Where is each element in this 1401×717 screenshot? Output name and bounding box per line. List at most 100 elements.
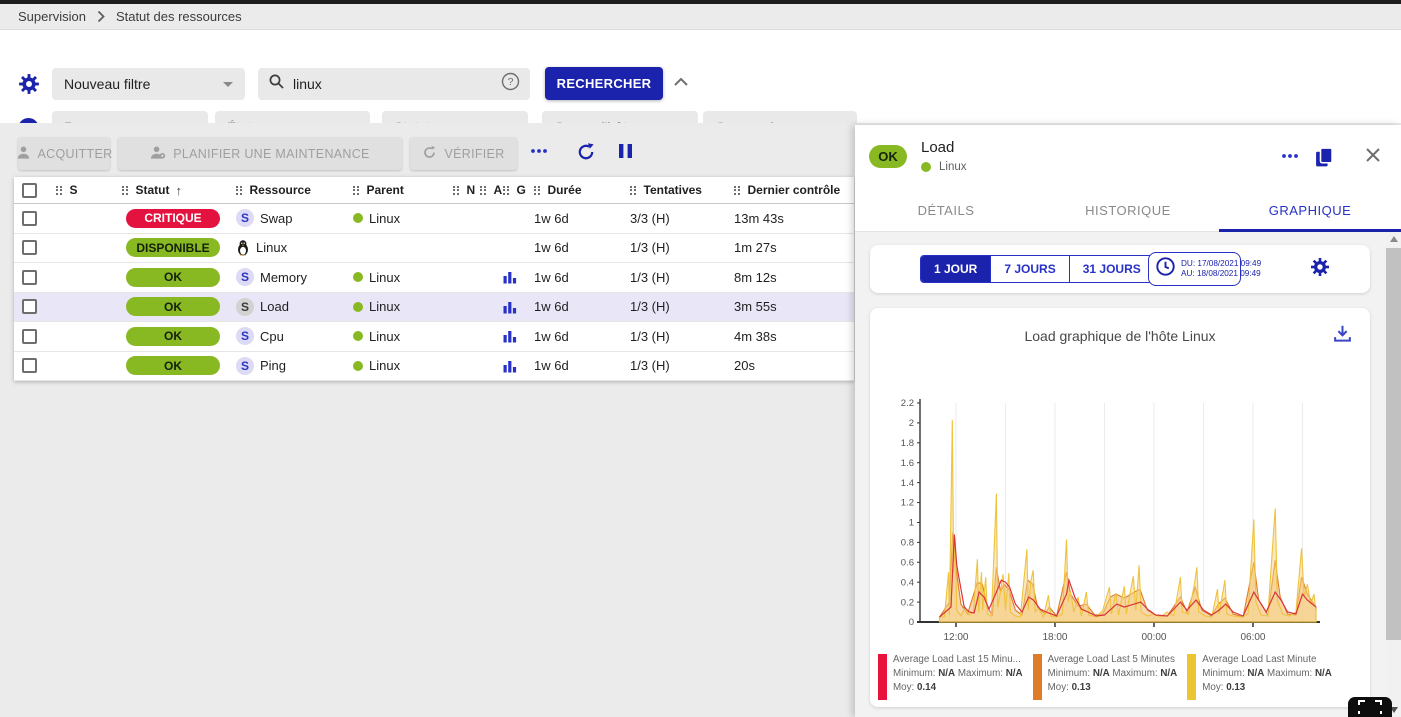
row-checkbox[interactable] [22,240,37,255]
pause-icon[interactable] [618,142,634,163]
graph-icon[interactable] [503,359,517,373]
status-badge: OK [126,297,220,316]
drag-handle-icon[interactable] [734,186,740,195]
legend-item-load1[interactable]: Average Load Last Minute Minimum: N/A Ma… [1187,654,1332,700]
column-header-tries[interactable]: Tentatives [622,183,726,197]
table-row[interactable]: OK SCpu Linux 1w 6d 1/3 (H) 4m 38s [14,322,854,352]
tab-details[interactable]: DÉTAILS [855,189,1037,231]
row-checkbox[interactable] [22,299,37,314]
download-icon[interactable] [1332,324,1352,344]
more-actions-icon[interactable] [528,142,550,163]
column-header-a[interactable]: A [472,183,499,197]
copy-link-icon[interactable] [1315,147,1334,171]
row-checkbox[interactable] [22,329,37,344]
tab-history[interactable]: HISTORIQUE [1037,189,1219,231]
tab-graph[interactable]: GRAPHIQUE [1219,189,1401,231]
column-header-n[interactable]: N [445,183,472,197]
drag-handle-icon[interactable] [453,186,459,195]
table-row[interactable]: OK SMemory Linux 1w 6d 1/3 (H) 8m 12s [14,263,854,293]
parent-name[interactable]: Linux [369,358,400,373]
column-header-duration[interactable]: Durée [526,183,622,197]
range-7days-button[interactable]: 7 JOURS [990,256,1068,282]
resource-name[interactable]: Memory [260,270,307,285]
range-1day-button[interactable]: 1 JOUR [921,256,990,282]
graph-icon[interactable] [503,329,517,343]
scrollbar-thumb[interactable] [1386,248,1401,640]
column-header-parent[interactable]: Parent [345,183,445,197]
resource-name[interactable]: Cpu [260,329,284,344]
parent-name[interactable]: Linux [369,329,400,344]
scrollbar-up-arrow[interactable] [1390,236,1398,242]
resource-name[interactable]: Load [260,299,289,314]
drag-handle-icon[interactable] [56,186,62,195]
saved-filter-select[interactable]: Nouveau filtre [52,68,245,100]
svg-text:1.2: 1.2 [901,498,914,509]
parent-name[interactable]: Linux [369,299,400,314]
host-status-dot [353,213,363,223]
parent-name[interactable]: Linux [369,270,400,285]
load-graph[interactable]: 00.20.40.60.811.21.41.61.822.212:0018:00… [884,393,1354,645]
downtime-button[interactable]: PLANIFIER UNE MAINTENANCE [118,137,402,170]
drag-handle-icon[interactable] [503,186,509,195]
resource-name[interactable]: Swap [260,211,293,226]
search-button[interactable]: RECHERCHER [545,67,663,100]
graph-cell [499,270,526,284]
clock-icon [1155,256,1176,282]
drag-handle-icon[interactable] [353,186,359,195]
graph-icon[interactable] [503,270,517,284]
table-row[interactable]: OK SPing Linux 1w 6d 1/3 (H) 20s [14,352,854,382]
panel-scrollbar[interactable] [1386,232,1401,717]
table-row[interactable]: CRITIQUE SSwap Linux 1w 6d 3/3 (H) 13m 4… [14,204,854,234]
service-icon: S [236,209,254,227]
row-checkbox[interactable] [22,358,37,373]
graph-icon[interactable] [503,300,517,314]
table-row[interactable]: OK SLoad Linux 1w 6d 1/3 (H) 3m 55s [14,293,854,323]
row-checkbox[interactable] [22,270,37,285]
search-input[interactable] [293,76,493,92]
acknowledge-button[interactable]: ACQUITTER [18,137,110,170]
column-header-status[interactable]: Statut↑ [118,183,228,198]
duration-cell: 1w 6d [526,270,622,285]
range-31days-button[interactable]: 31 JOURS [1069,256,1154,282]
filter-settings-gear-icon[interactable] [18,73,40,95]
parent-name[interactable]: Linux [369,211,400,226]
collapse-filters-chevron-up-icon[interactable] [673,75,691,89]
graph-settings-gear-icon[interactable] [1310,257,1330,277]
legend-item-load5[interactable]: Average Load Last 5 Minutes Minimum: N/A… [1033,654,1178,700]
last-check-cell: 20s [726,358,854,373]
check-button[interactable]: VÉRIFIER [410,137,517,170]
panel-more-icon[interactable] [1279,147,1301,168]
column-header-resource[interactable]: Ressource [228,183,345,197]
sync-icon [422,145,437,163]
drag-handle-icon[interactable] [534,186,540,195]
legend-name: Average Load Last 15 Minu... [893,654,1023,665]
sort-asc-icon[interactable]: ↑ [176,183,183,198]
breadcrumb-item-supervision[interactable]: Supervision [18,9,86,24]
drag-handle-icon[interactable] [122,186,128,195]
resource-name[interactable]: Linux [256,240,287,255]
select-all-checkbox[interactable] [22,183,37,198]
panel-status-badge: OK [869,145,907,168]
help-icon[interactable]: ? [501,72,520,96]
table-row[interactable]: DISPONIBLE Linux 1w 6d 1/3 (H) 1m 27s [14,234,854,264]
saved-filter-value: Nouveau filtre [64,76,150,92]
resource-name[interactable]: Ping [260,358,286,373]
close-panel-icon[interactable] [1365,147,1381,166]
column-header-last-check[interactable]: Dernier contrôle [726,183,854,197]
drag-handle-icon[interactable] [630,186,636,195]
refresh-icon[interactable] [576,142,596,165]
breadcrumb-item-resource-status[interactable]: Statut des ressources [116,9,242,24]
drag-handle-icon[interactable] [480,186,486,195]
row-checkbox[interactable] [22,211,37,226]
custom-period-button[interactable]: DU: 17/08/2021 09:49 AU: 18/08/2021 09:4… [1148,252,1241,286]
legend-swatch [1187,654,1196,700]
svg-text:00:00: 00:00 [1141,632,1166,643]
search-box[interactable]: ? [258,68,530,100]
legend-item-load15[interactable]: Average Load Last 15 Minu... Minimum: N/… [878,654,1023,700]
status-badge: DISPONIBLE [126,238,220,257]
column-header-g[interactable]: G [499,183,526,197]
service-icon: S [236,357,254,375]
graph-title: Load graphique de l'hôte Linux [870,328,1370,344]
column-header-severity[interactable]: S [48,183,118,197]
drag-handle-icon[interactable] [236,186,242,195]
